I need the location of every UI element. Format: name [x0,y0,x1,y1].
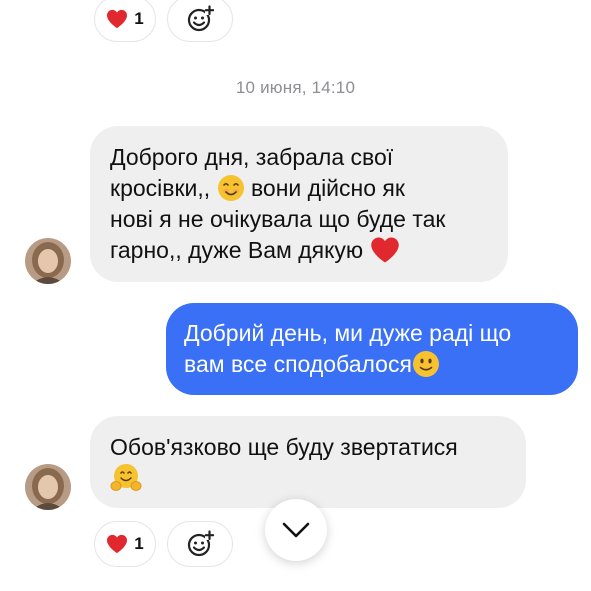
outgoing-message-bubble[interactable]: Добрий день, ми дуже раді що вам все спо… [166,303,578,395]
message-text-line: гарно,, дуже Вам дякую [110,237,370,263]
hugging-face-icon [110,464,142,491]
message-text-line: вам все сподобалося [184,351,412,377]
heart-icon [370,237,399,263]
incoming-message-bubble[interactable]: Обов'язково ще буду звертатися [90,416,526,508]
top-heart-reaction[interactable]: 1 [94,0,156,42]
slightly-smiling-face-icon [412,351,439,377]
avatar[interactable] [25,238,71,284]
avatar[interactable] [25,464,71,510]
message-text-line: кросівки,, [110,175,217,201]
message-text-line: нові я не очікувала що буде так [110,206,446,232]
message-text-line: вони дійсно як [244,175,405,201]
message-text-line: Обов'язково ще буду звертатися [110,434,458,460]
bottom-add-reaction-button[interactable] [167,521,233,567]
message-timestamp: 10 июня, 14:10 [235,78,356,97]
top-add-reaction-button[interactable] [167,0,233,42]
chat-screen: 1 10 июня, 14:10 Доброго дня, забрала св… [0,0,591,591]
smiling-face-icon [217,175,244,201]
message-text-line: Добрий день, ми дуже раді що [184,320,512,346]
reaction-count: 1 [134,534,144,553]
message-text-line: Доброго дня, забрала свої [110,144,394,170]
chevron-down-icon [282,522,310,538]
heart-icon [107,9,128,29]
add-reaction-icon [187,5,214,32]
reaction-count: 1 [134,9,144,28]
bottom-heart-reaction[interactable]: 1 [94,521,156,567]
add-reaction-icon [187,530,214,557]
incoming-message-bubble[interactable]: Доброго дня, забрала свої кросівки,, вон… [90,126,508,282]
scroll-to-bottom-button[interactable] [265,499,327,561]
heart-icon [107,534,128,554]
